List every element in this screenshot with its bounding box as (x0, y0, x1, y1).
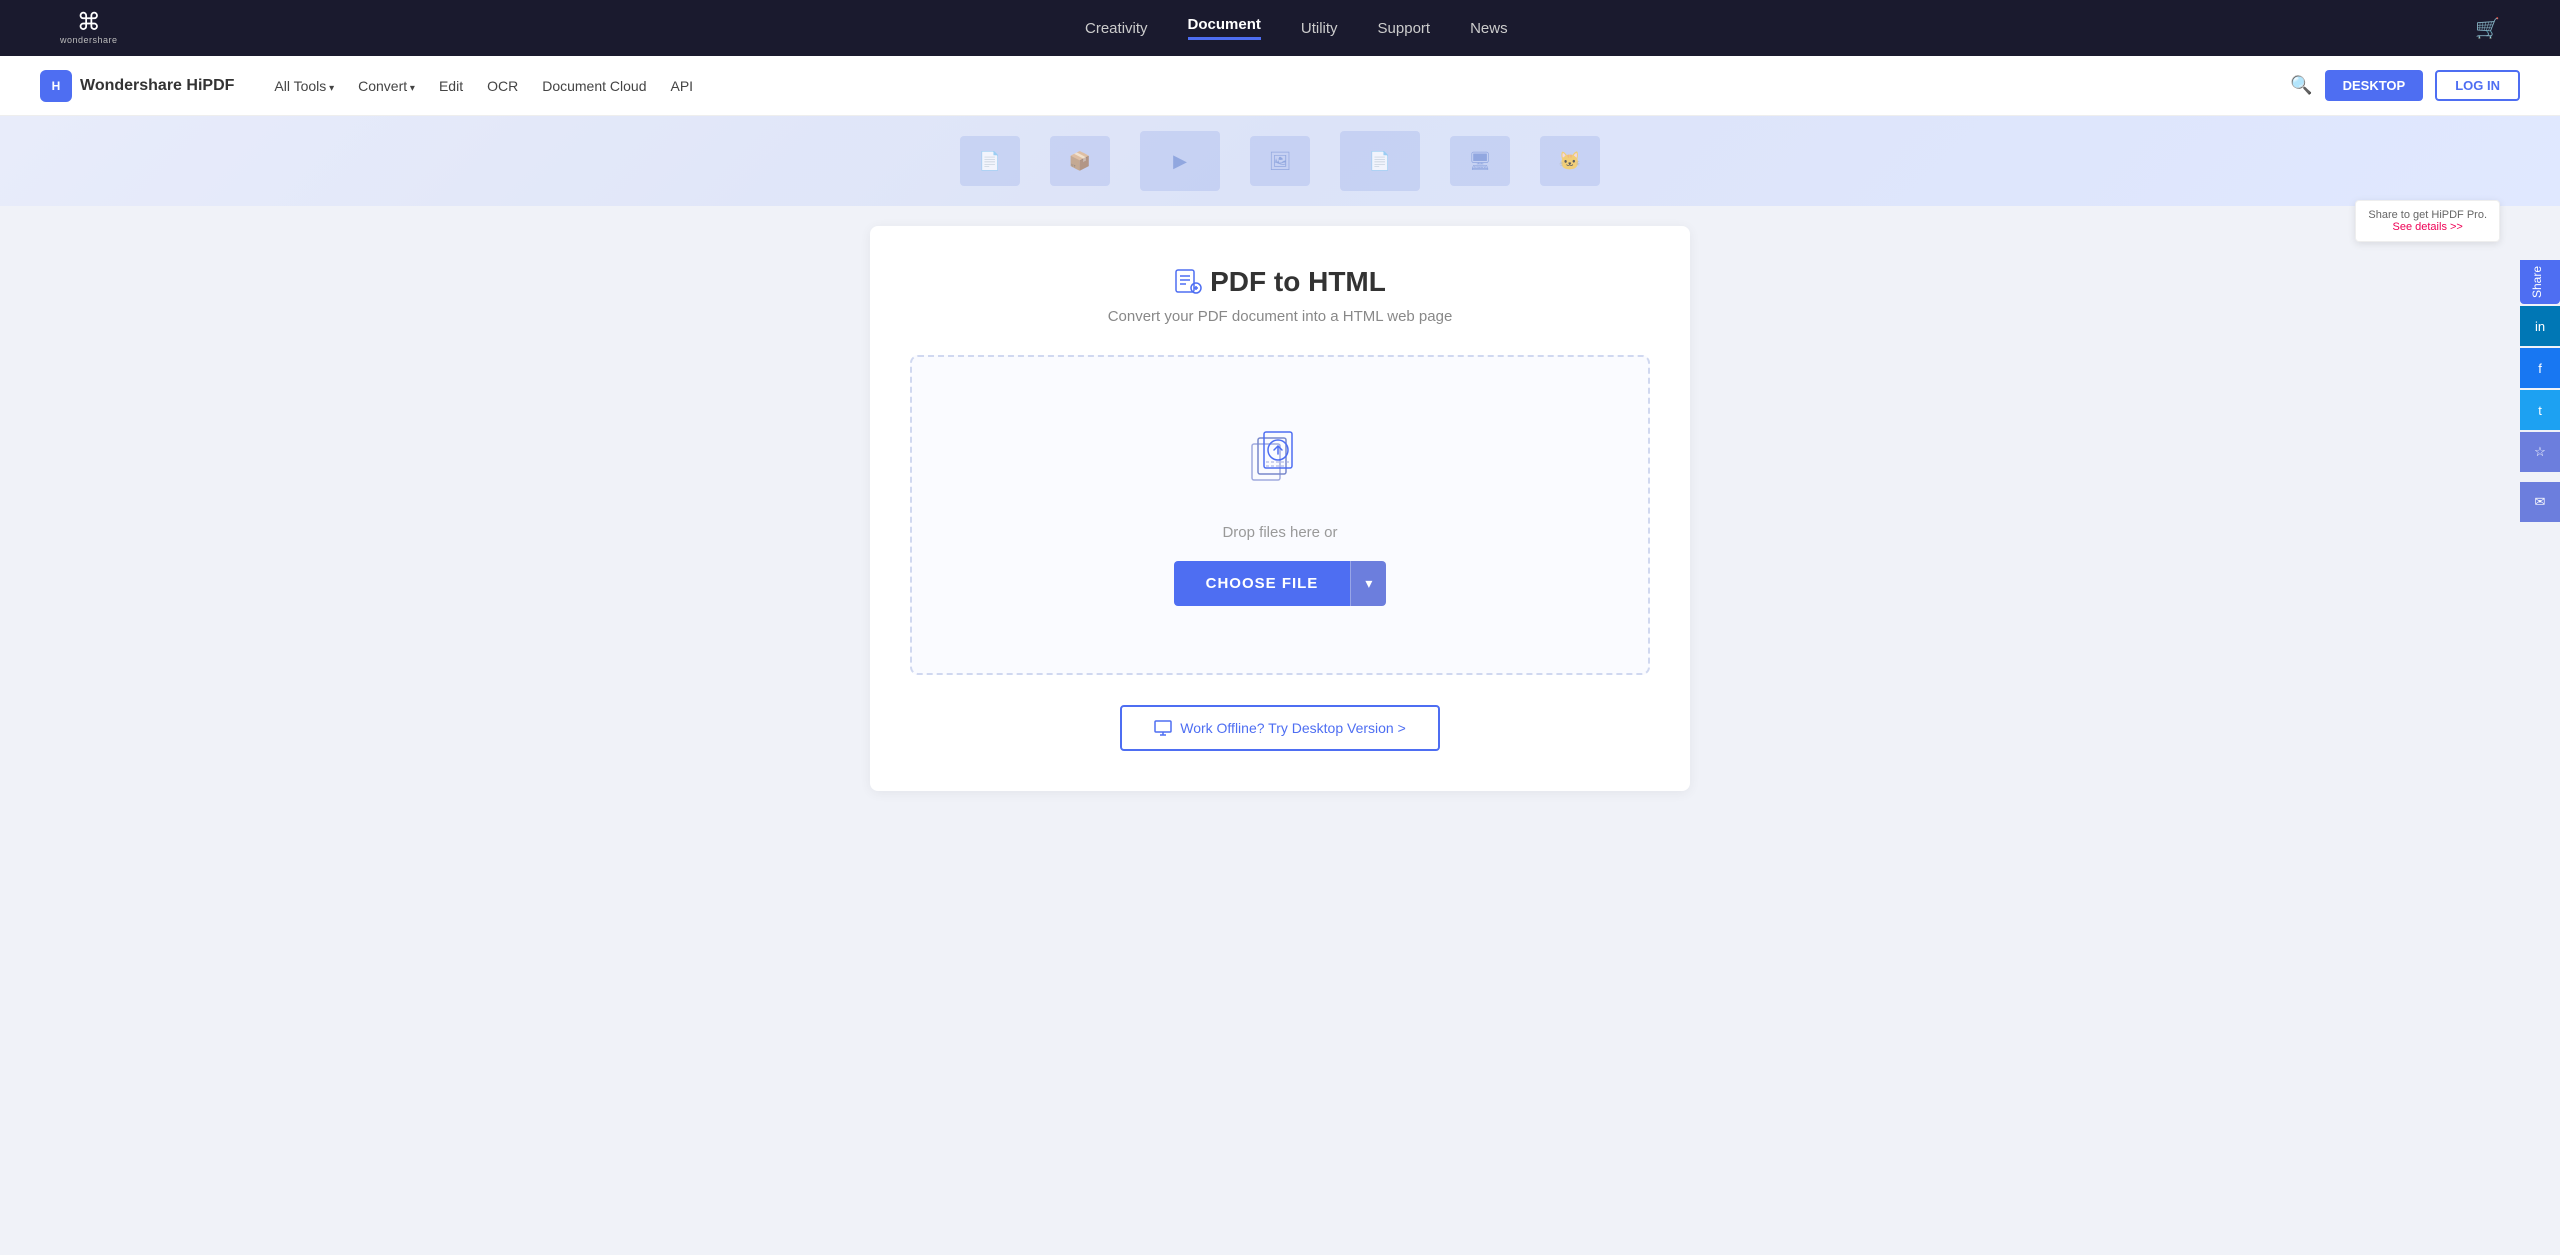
pdf-to-html-icon (1174, 268, 1202, 296)
top-nav-right: 🛒 (2475, 16, 2500, 41)
nav-utility[interactable]: Utility (1301, 20, 1338, 37)
wondershare-logo: ⌘ wondershare (60, 11, 118, 45)
choose-file-button[interactable]: CHOOSE FILE (1174, 561, 1351, 606)
hero-item-2: 📦 (1050, 136, 1110, 186)
brand-name: Wondershare HiPDF (80, 77, 234, 95)
nav-all-tools[interactable]: All Tools (274, 78, 334, 94)
upload-icon (1240, 424, 1320, 504)
nav-document-cloud[interactable]: Document Cloud (542, 78, 646, 94)
drop-text: Drop files here or (1222, 524, 1337, 541)
search-icon[interactable]: 🔍 (2290, 75, 2312, 96)
main-content: Share to get HiPDF Pro. See details >> S… (0, 206, 2560, 831)
hero-item-5: 📄 (1340, 131, 1420, 191)
share-promo-text: Share to get HiPDF Pro. (2368, 209, 2487, 221)
hero-item-3: ▶ (1140, 131, 1220, 191)
share-label[interactable]: Share (2520, 260, 2560, 304)
choose-file-row: CHOOSE FILE ▾ (1174, 561, 1387, 606)
sec-nav-links: All Tools Convert Edit OCR Document Clou… (274, 78, 2260, 94)
choose-file-dropdown[interactable]: ▾ (1350, 561, 1386, 606)
tool-subtitle: Convert your PDF document into a HTML we… (910, 308, 1650, 325)
nav-news[interactable]: News (1470, 20, 1508, 37)
dropdown-arrow: ▾ (1365, 575, 1372, 591)
tool-title: PDF to HTML (1210, 266, 1386, 298)
desktop-link-section: Work Offline? Try Desktop Version > (910, 705, 1650, 751)
upload-area[interactable]: Drop files here or CHOOSE FILE ▾ (910, 355, 1650, 675)
tool-icon-row: PDF to HTML (910, 266, 1650, 298)
monitor-icon (1154, 719, 1172, 737)
share-linkedin[interactable]: in (2520, 306, 2560, 346)
brand-icon: H (40, 70, 72, 102)
share-sidebar: Share in f t ☆ ✉ (2520, 260, 2560, 522)
share-promo: Share to get HiPDF Pro. See details >> (2355, 200, 2500, 242)
nav-api[interactable]: API (670, 78, 693, 94)
hero-item-7: 🐱 (1540, 136, 1600, 186)
hero-item-6: 🖥 (1450, 136, 1510, 186)
logo-text: wondershare (60, 35, 118, 45)
desktop-version-button[interactable]: Work Offline? Try Desktop Version > (1120, 705, 1440, 751)
logo-symbol: ⌘ (77, 11, 101, 35)
nav-support[interactable]: Support (1378, 20, 1431, 37)
desktop-version-label: Work Offline? Try Desktop Version > (1180, 720, 1406, 736)
hero-item-4: 🖼 (1250, 136, 1310, 186)
share-facebook[interactable]: f (2520, 348, 2560, 388)
brand-logo: H Wondershare HiPDF (40, 70, 234, 102)
tool-header: PDF to HTML Convert your PDF document in… (910, 266, 1650, 325)
sec-nav-right: 🔍 DESKTOP LOG IN (2290, 70, 2520, 101)
desktop-button[interactable]: DESKTOP (2325, 70, 2424, 101)
nav-convert[interactable]: Convert (358, 78, 415, 94)
hero-banner-inner: 📄 📦 ▶ 🖼 📄 🖥 🐱 (960, 131, 1600, 191)
tool-card: PDF to HTML Convert your PDF document in… (870, 226, 1690, 791)
share-promo-link[interactable]: See details >> (2393, 221, 2463, 233)
nav-edit[interactable]: Edit (439, 78, 463, 94)
nav-document[interactable]: Document (1188, 16, 1261, 40)
share-email[interactable]: ✉ (2520, 482, 2560, 522)
share-bookmark[interactable]: ☆ (2520, 432, 2560, 472)
hero-item-1: 📄 (960, 136, 1020, 186)
nav-ocr[interactable]: OCR (487, 78, 518, 94)
cart-icon[interactable]: 🛒 (2475, 16, 2500, 41)
share-twitter[interactable]: t (2520, 390, 2560, 430)
hero-banner: 📄 📦 ▶ 🖼 📄 🖥 🐱 (0, 116, 2560, 206)
secondary-nav: H Wondershare HiPDF All Tools Convert Ed… (0, 56, 2560, 116)
login-button[interactable]: LOG IN (2435, 70, 2520, 101)
top-nav-links: Creativity Document Utility Support News (1085, 16, 1508, 40)
nav-creativity[interactable]: Creativity (1085, 20, 1148, 37)
top-nav: ⌘ wondershare Creativity Document Utilit… (0, 0, 2560, 56)
